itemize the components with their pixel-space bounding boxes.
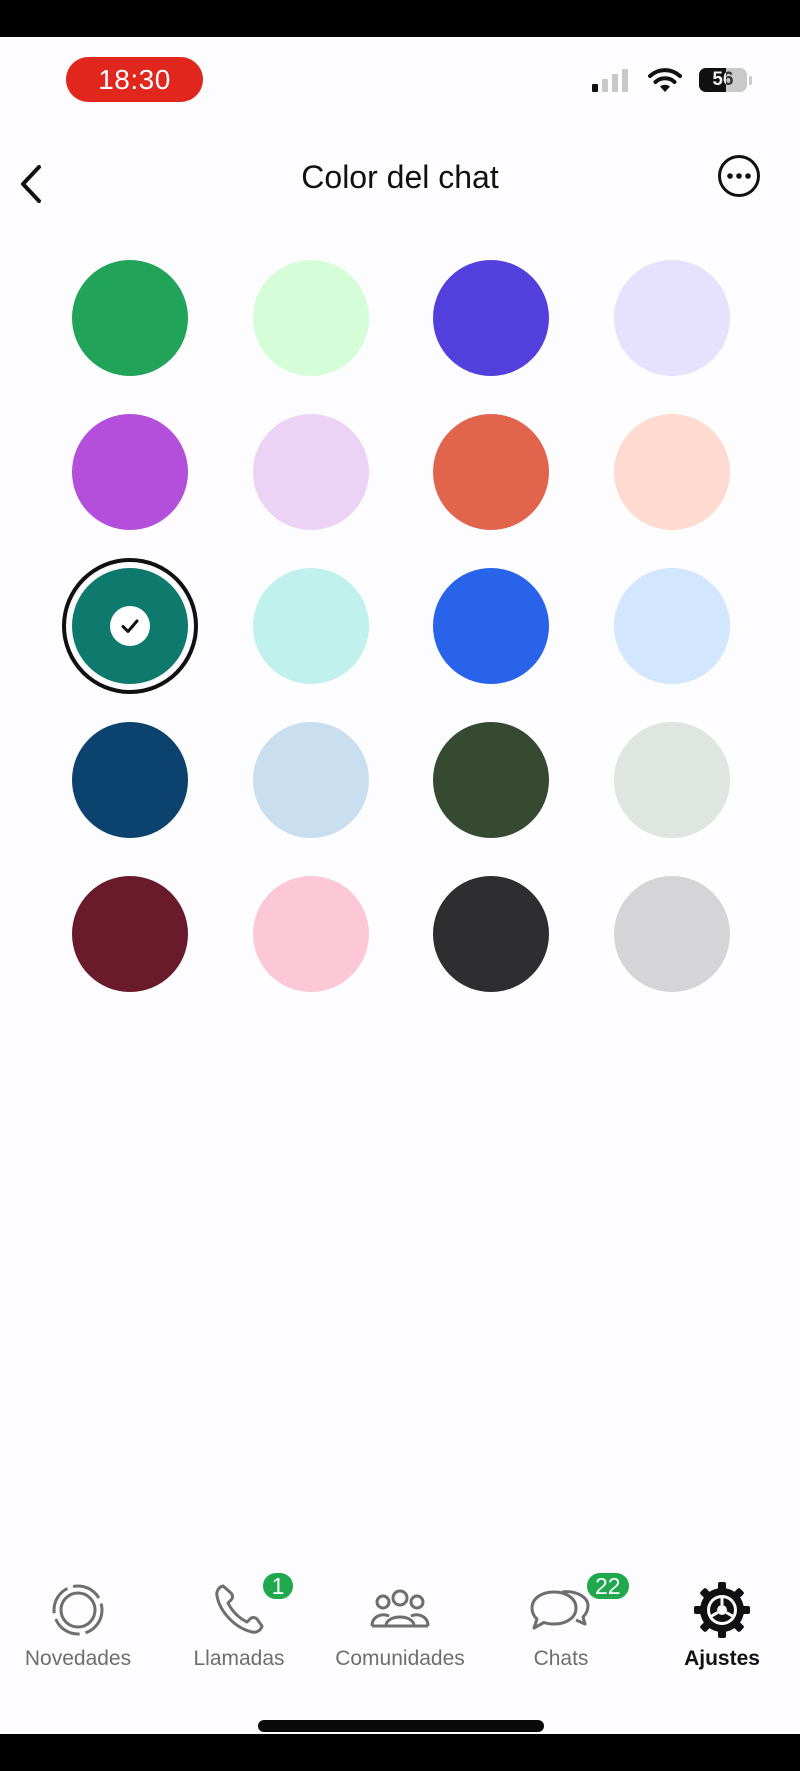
checkmark-icon (110, 606, 150, 646)
calls-badge: 1 (260, 1570, 296, 1602)
color-swatch[interactable] (614, 876, 730, 992)
chats-badge: 22 (584, 1570, 632, 1602)
communities-icon (370, 1589, 430, 1628)
color-swatch[interactable] (253, 722, 369, 838)
color-swatch[interactable] (72, 414, 188, 530)
bottom-letterbox (0, 1734, 800, 1771)
tab-novedades[interactable]: Novedades (0, 1578, 158, 1708)
color-swatch[interactable] (253, 568, 369, 684)
color-swatch[interactable] (72, 260, 188, 376)
color-swatch[interactable] (433, 568, 549, 684)
status-icons: 56 (591, 67, 752, 93)
color-swatch[interactable] (614, 260, 730, 376)
color-swatch[interactable] (253, 414, 369, 530)
page-title: Color del chat (301, 159, 499, 195)
tab-llamadas[interactable]: 1 Llamadas (159, 1570, 319, 1708)
more-options-icon (718, 155, 760, 197)
status-time-label: 18:30 (98, 63, 171, 95)
battery-level: 56 (712, 69, 734, 90)
color-swatch[interactable] (433, 414, 549, 530)
tab-label: Novedades (24, 1647, 132, 1670)
color-swatch[interactable] (253, 876, 369, 992)
chat-color-screen: 18:30 56 Color del chat Novedades 1 Llam… (0, 37, 800, 1734)
tab-label: Ajustes (684, 1647, 760, 1670)
color-swatch[interactable] (614, 414, 730, 530)
more-options-button[interactable] (717, 154, 761, 198)
color-swatch-selected[interactable] (72, 568, 188, 684)
status-updates-icon (52, 1584, 104, 1636)
tab-comunidades[interactable]: Comunidades (320, 1578, 480, 1708)
color-swatch[interactable] (614, 568, 730, 684)
tab-label: Comunidades (335, 1647, 465, 1670)
tab-ajustes[interactable]: Ajustes (642, 1578, 800, 1708)
status-time: 18:30 (66, 57, 203, 102)
wifi-icon (648, 68, 682, 92)
color-swatch[interactable] (433, 876, 549, 992)
tab-chats[interactable]: 22 Chats (481, 1570, 641, 1708)
color-swatch[interactable] (614, 722, 730, 838)
color-swatch[interactable] (72, 876, 188, 992)
color-swatch[interactable] (433, 722, 549, 838)
battery-icon: 56 (699, 68, 747, 92)
tab-label: Chats (533, 1647, 589, 1670)
signal-icon (592, 69, 628, 92)
home-indicator (258, 1720, 544, 1732)
color-swatch[interactable] (433, 260, 549, 376)
settings-gear-icon (694, 1582, 750, 1638)
tab-label: Llamadas (193, 1647, 285, 1670)
color-swatch[interactable] (72, 722, 188, 838)
color-swatch[interactable] (253, 260, 369, 376)
